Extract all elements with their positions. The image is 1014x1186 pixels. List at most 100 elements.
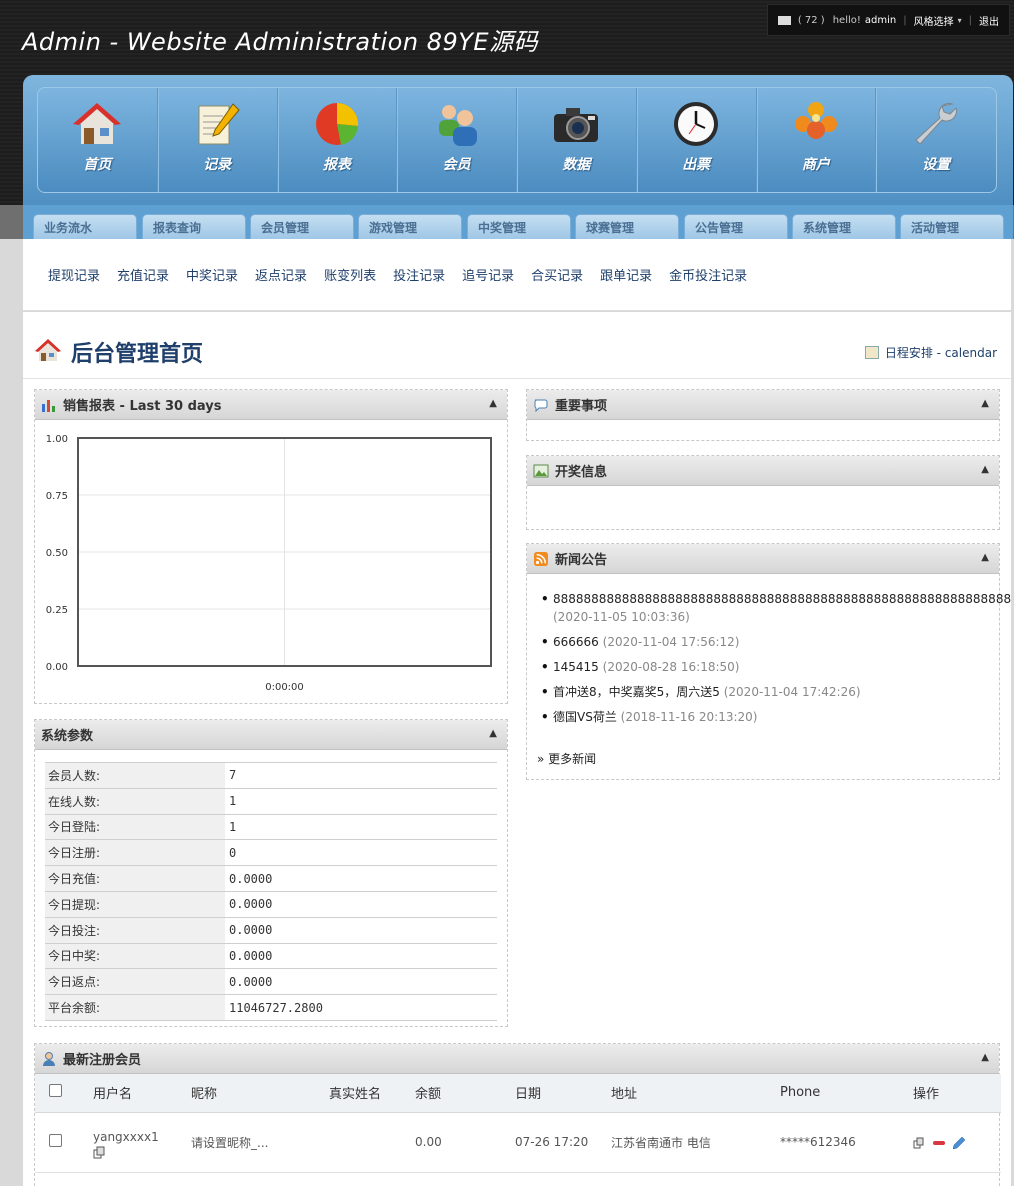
column-header[interactable]: Phone	[780, 1074, 913, 1113]
y-tick-label: 0.75	[46, 491, 68, 502]
nav-item-reports[interactable]: 报表	[278, 88, 398, 192]
submenu-recharge-records[interactable]: 充值记录	[117, 265, 169, 284]
list-item[interactable]: 666666 (2020-11-04 17:56:12)	[541, 633, 1011, 651]
select-all-checkbox[interactable]	[49, 1084, 62, 1098]
news-box: 新闻公告 ▲ 888888888888888888888888888888888…	[526, 543, 1011, 780]
table-row: yangxxxx1 请设置昵称_... 0.00 07-26 17:20 江苏省…	[35, 1112, 1001, 1173]
submenu-prize-records[interactable]: 中奖记录	[186, 265, 238, 284]
box-title: 重要事项	[555, 399, 608, 414]
table-row: 今日提现: 0.0000	[45, 891, 497, 918]
tab-system-management[interactable]: 系统管理	[792, 214, 896, 239]
submenu-account-changes[interactable]: 账变列表	[324, 265, 376, 284]
copy-icon[interactable]	[93, 1146, 106, 1159]
param-value: 0.0000	[225, 865, 497, 892]
calendar-link[interactable]: 日程安排 - calendar	[864, 344, 997, 361]
box-header: 最新注册会员 ▲	[35, 1044, 999, 1074]
copy-icon[interactable]	[913, 1137, 925, 1149]
collapse-icon[interactable]: ▲	[981, 464, 989, 475]
submenu-rebate-records[interactable]: 返点记录	[255, 265, 307, 284]
column-header[interactable]: 真实姓名	[329, 1074, 415, 1113]
user-bar: ( 72 ) hello! admin | 风格选择 ▾ | 退出	[766, 4, 1010, 36]
nav-label: 出票	[682, 157, 711, 173]
list-item[interactable]: 首冲送8，中奖嘉奖5，周六送5 (2020-11-04 17:42:26)	[541, 683, 1011, 701]
collapse-icon[interactable]: ▲	[981, 398, 989, 409]
nav-item-merchants[interactable]: 商户	[757, 88, 877, 192]
column-header[interactable]: 余额	[415, 1074, 515, 1113]
nav-item-settings[interactable]: 设置	[876, 88, 996, 192]
box-title: 系统参数	[41, 729, 94, 744]
news-title[interactable]: 145415	[553, 660, 599, 674]
nav-item-data[interactable]: 数据	[517, 88, 637, 192]
tab-business-flow[interactable]: 业务流水	[33, 214, 137, 239]
speech-bubble-icon	[534, 399, 548, 412]
news-title[interactable]: 德国VS荷兰	[553, 710, 617, 724]
delete-icon[interactable]	[932, 1137, 945, 1149]
tab-game-management[interactable]: 游戏管理	[358, 214, 462, 239]
y-tick-label: 0.50	[46, 548, 68, 559]
list-item[interactable]: 德国VS荷兰 (2018-11-16 20:13:20)	[541, 708, 1011, 726]
page-title: 后台管理首页	[71, 342, 204, 367]
actions-cell	[913, 1112, 1001, 1173]
column-header[interactable]: 用户名	[93, 1074, 191, 1113]
sales-chart: 1.00 0.75 0.50 0.25 0.00 0:00:00	[46, 434, 492, 693]
news-title[interactable]: 666666	[553, 635, 599, 649]
logout-link[interactable]: 退出	[979, 13, 999, 28]
nav-item-members[interactable]: 会员	[397, 88, 517, 192]
box-header: 重要事项 ▲	[527, 390, 999, 420]
table-row: 今日中奖: 0.0000	[45, 943, 497, 970]
more-news-link[interactable]: » 更多新闻	[537, 750, 596, 767]
edit-icon[interactable]	[952, 1136, 965, 1149]
calendar-link-label[interactable]: 日程安排 - calendar	[885, 344, 997, 361]
param-value: 11046727.2800	[225, 994, 497, 1021]
column-header[interactable]: 日期	[515, 1074, 611, 1113]
tab-member-management[interactable]: 会员管理	[250, 214, 354, 239]
mail-icon[interactable]	[777, 15, 791, 25]
column-header[interactable]: 昵称	[191, 1074, 329, 1113]
mail-count[interactable]: ( 72 )	[798, 15, 825, 26]
collapse-icon[interactable]: ▲	[489, 398, 497, 409]
collapse-icon[interactable]: ▲	[981, 1052, 989, 1063]
notepad-icon	[198, 103, 240, 145]
submenu-bet-records[interactable]: 投注记录	[393, 265, 445, 284]
tab-prize-management[interactable]: 中奖管理	[467, 214, 571, 239]
tab-announcement-management[interactable]: 公告管理	[684, 214, 788, 239]
collapse-icon[interactable]: ▲	[489, 728, 497, 739]
divider: |	[968, 14, 972, 26]
column-header[interactable]: 地址	[611, 1074, 780, 1113]
wrench-icon	[915, 103, 958, 145]
submenu-withdraw-records[interactable]: 提现记录	[48, 265, 100, 284]
list-item[interactable]: 8888888888888888888888888888888888888888…	[541, 590, 1011, 626]
tab-activity-management[interactable]: 活动管理	[900, 214, 1004, 239]
list-item[interactable]: 145415 (2020-08-28 16:18:50)	[541, 658, 1011, 676]
param-key: 平台余额:	[45, 994, 225, 1021]
nav-label: 报表	[322, 157, 351, 173]
nav-item-records[interactable]: 记录	[158, 88, 278, 192]
submenu-chase-records[interactable]: 追号记录	[462, 265, 514, 284]
system-params-box: 系统参数 ▲ 会员人数: 7 在线人数: 1 今日登陆: 1 今日注册: 0 今日充值:…	[34, 719, 508, 1027]
nav-label: 会员	[442, 157, 471, 173]
row-checkbox[interactable]	[49, 1134, 62, 1147]
rss-icon	[534, 551, 548, 566]
y-tick-label: 0.00	[46, 662, 68, 673]
tab-bar: 业务流水 报表查询 会员管理 游戏管理 中奖管理 球赛管理 公告管理 系统管理 …	[23, 205, 1013, 239]
submenu-coin-bet-records[interactable]: 金币投注记录	[669, 265, 747, 284]
tab-report-query[interactable]: 报表查询	[142, 214, 246, 239]
home-icon	[35, 339, 61, 361]
latest-members-box: 最新注册会员 ▲ 用户名 昵称 真实姓名 余额 日期 地址 Phone 操作 y…	[34, 1043, 1001, 1186]
username[interactable]: yangxxxx1	[93, 1130, 191, 1144]
style-select[interactable]: 风格选择	[914, 13, 954, 28]
users-icon	[438, 105, 477, 146]
nav-item-home[interactable]: 首页	[38, 88, 158, 192]
submenu-follow-records[interactable]: 跟单记录	[600, 265, 652, 284]
nav-item-tickets[interactable]: 出票	[637, 88, 757, 192]
table-row: 今日投注: 0.0000	[45, 917, 497, 944]
news-time: (2020-11-05 10:03:36)	[553, 610, 690, 624]
user-icon	[43, 1051, 55, 1066]
nickname-cell: 请设置昵称_...	[191, 1112, 329, 1173]
submenu-joint-buy-records[interactable]: 合买记录	[531, 265, 583, 284]
news-title[interactable]: 8888888888888888888888888888888888888888…	[553, 590, 1011, 608]
tab-match-management[interactable]: 球赛管理	[575, 214, 679, 239]
chevron-down-icon[interactable]: ▾	[958, 16, 962, 25]
collapse-icon[interactable]: ▲	[981, 552, 989, 563]
news-title[interactable]: 首冲送8，中奖嘉奖5，周六送5	[553, 685, 720, 699]
